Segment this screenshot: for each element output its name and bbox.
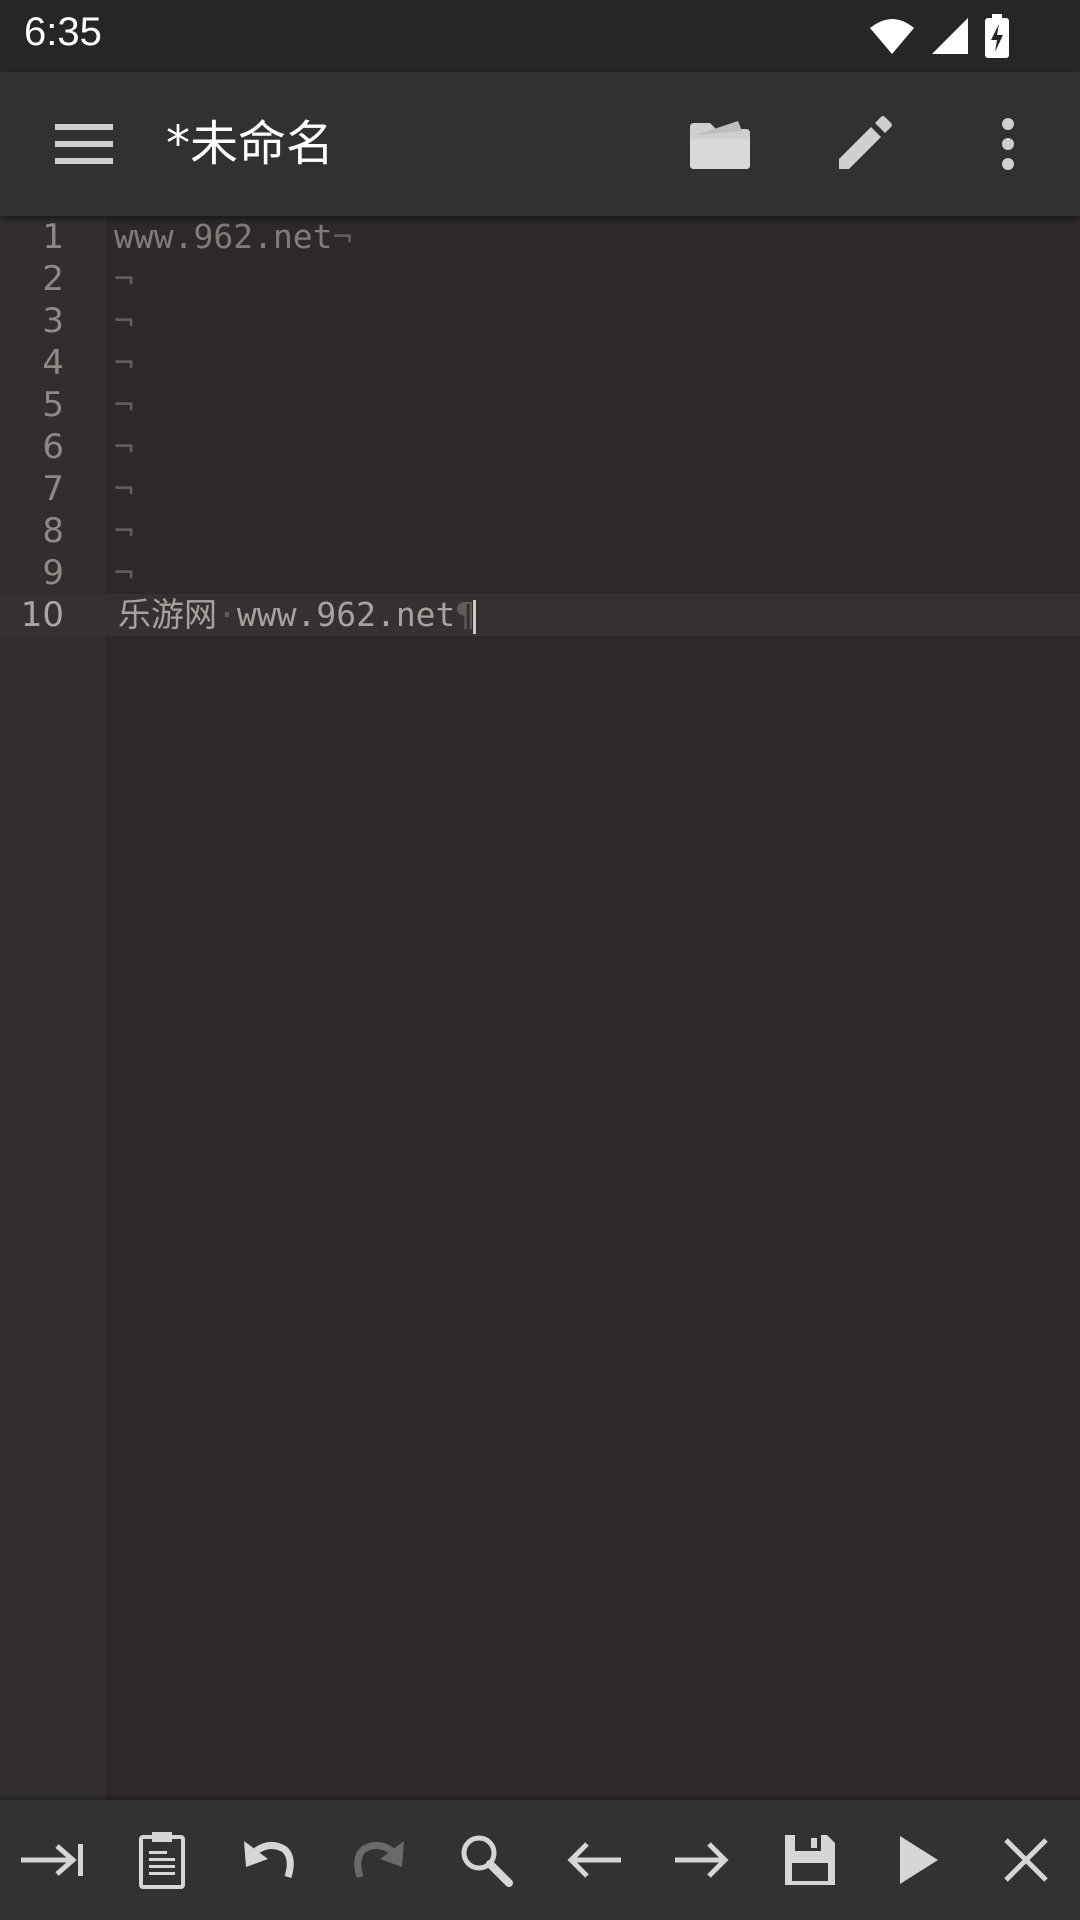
- status-bar: 6:35: [0, 0, 1080, 72]
- line-text[interactable]: ¬: [114, 258, 134, 300]
- text-editor[interactable]: 1 www.962.net¬ 2 ¬ 3 ¬ 4 ¬ 5 ¬ 6 ¬ 7 ¬ 8…: [0, 216, 1080, 1800]
- editor-line[interactable]: 9 ¬: [0, 552, 1080, 594]
- document-title: *未命名: [166, 116, 335, 172]
- line-end-marker: ¬: [332, 217, 353, 256]
- close-button[interactable]: [986, 1820, 1066, 1900]
- line-content-url: www.962.net: [236, 595, 456, 634]
- line-text[interactable]: ¬: [114, 510, 134, 552]
- line-number: 6: [42, 427, 64, 467]
- line-text[interactable]: www.962.net¬: [114, 216, 352, 258]
- line-end-marker: ¬: [114, 259, 134, 298]
- editor-line[interactable]: 7 ¬: [0, 468, 1080, 510]
- clipboard-icon: [139, 1832, 185, 1889]
- editor-line[interactable]: 5 ¬: [0, 384, 1080, 426]
- line-end-marker: ¬: [114, 511, 134, 550]
- menu-button[interactable]: [40, 112, 128, 176]
- line-number: 7: [42, 469, 64, 509]
- line-text[interactable]: ¬: [114, 384, 134, 426]
- whitespace-marker: ·: [217, 595, 237, 634]
- status-time: 6:35: [24, 10, 102, 54]
- edit-button[interactable]: [824, 108, 904, 180]
- line-end-marker: ¬: [114, 469, 134, 508]
- editor-line[interactable]: 1 www.962.net¬: [0, 216, 1080, 258]
- open-file-button[interactable]: [680, 108, 760, 180]
- undo-icon: [244, 1841, 294, 1879]
- redo-button[interactable]: [338, 1820, 418, 1900]
- editor-current-line[interactable]: 10 乐游网·www.962.net¶: [0, 594, 1080, 636]
- play-icon: [900, 1836, 938, 1884]
- text-cursor: [473, 599, 477, 634]
- line-number: 10: [20, 595, 64, 635]
- search-button[interactable]: [446, 1820, 526, 1900]
- menu-icon: [55, 124, 113, 164]
- editor-line[interactable]: 6 ¬: [0, 426, 1080, 468]
- tab-button[interactable]: [12, 1820, 92, 1900]
- paste-button[interactable]: [122, 1820, 202, 1900]
- arrow-right-icon: [675, 1842, 729, 1878]
- wifi-icon: [870, 19, 914, 54]
- arrow-left-icon: [567, 1842, 621, 1878]
- line-end-marker: ¬: [114, 343, 134, 382]
- editor-line[interactable]: 8 ¬: [0, 510, 1080, 552]
- line-number: 8: [42, 511, 64, 551]
- line-text[interactable]: ¬: [114, 468, 134, 510]
- undo-button[interactable]: [230, 1820, 310, 1900]
- line-text[interactable]: ¬: [114, 552, 134, 594]
- run-button[interactable]: [878, 1820, 958, 1900]
- line-text[interactable]: ¬: [114, 426, 134, 468]
- line-end-marker: ¬: [114, 427, 134, 466]
- redo-icon: [354, 1841, 404, 1879]
- line-end-marker: ¬: [114, 301, 134, 340]
- close-icon: [1004, 1838, 1048, 1882]
- folder-open-icon: [690, 121, 750, 169]
- more-vert-icon: [1002, 118, 1014, 170]
- status-icons: [868, 14, 1010, 58]
- more-options-button[interactable]: [978, 108, 1038, 180]
- line-end-marker: ¬: [114, 385, 134, 424]
- line-text[interactable]: 乐游网·www.962.net¶: [118, 594, 477, 636]
- line-number: 5: [42, 385, 64, 425]
- editor-line[interactable]: 2 ¬: [0, 258, 1080, 300]
- line-number: 4: [42, 343, 64, 383]
- next-button[interactable]: [662, 1820, 742, 1900]
- editor-line[interactable]: 3 ¬: [0, 300, 1080, 342]
- save-button[interactable]: [770, 1820, 850, 1900]
- line-number: 2: [42, 259, 64, 299]
- editor-line[interactable]: 4 ¬: [0, 342, 1080, 384]
- line-number: 9: [42, 553, 64, 593]
- app-bar: *未命名: [0, 72, 1080, 216]
- line-number: 3: [42, 301, 64, 341]
- pencil-icon: [839, 116, 892, 169]
- save-icon: [785, 1835, 835, 1885]
- line-end-marker: ¬: [114, 553, 134, 592]
- line-text[interactable]: ¬: [114, 300, 134, 342]
- battery-charging-icon: [985, 14, 1009, 58]
- previous-button[interactable]: [554, 1820, 634, 1900]
- line-content-cjk: 乐游网: [118, 595, 217, 634]
- signal-icon: [932, 18, 968, 54]
- bottom-toolbar: [0, 1800, 1080, 1920]
- line-content: www.962.net: [114, 217, 333, 256]
- line-number: 1: [42, 217, 64, 257]
- tab-icon: [21, 1844, 83, 1876]
- line-text[interactable]: ¬: [114, 342, 134, 384]
- search-icon: [461, 1835, 513, 1887]
